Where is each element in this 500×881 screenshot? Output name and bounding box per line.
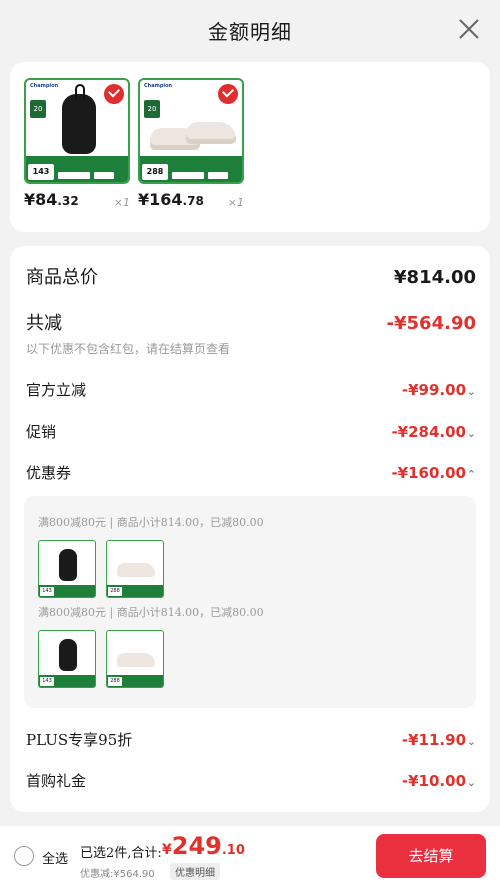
selected-check-icon[interactable]: [104, 84, 124, 104]
selected-check-icon[interactable]: [218, 84, 238, 104]
product-card: Champion 20 143 ¥84.32 ×1 Champion 20 28…: [10, 62, 490, 232]
checkout-button[interactable]: 去结算: [376, 834, 486, 878]
close-icon[interactable]: [458, 18, 480, 40]
discount-row-promotion[interactable]: 促销 -¥284.00⌄: [26, 418, 476, 446]
product-price: ¥164.78: [138, 190, 204, 209]
chevron-down-icon[interactable]: ⌄: [466, 728, 476, 756]
chevron-up-icon[interactable]: ⌃: [466, 461, 476, 489]
coupon-badge-icon: 20: [144, 100, 160, 118]
brand-logo: Champion: [30, 83, 59, 89]
goods-total-row: 商品总价 ¥814.00: [26, 264, 476, 292]
total-reduce-value: -¥564.90: [386, 313, 476, 334]
coupon-product-thumb: 143: [38, 630, 96, 688]
coupon-details: 满800减80元 | 商品小计814.00，已减80.00 143 288 满8…: [24, 496, 476, 708]
selected-count: 已选2件,合计:: [80, 846, 162, 861]
discount-row-coupon[interactable]: 优惠券 -¥160.00⌃: [26, 459, 476, 487]
select-all-radio[interactable]: [14, 846, 34, 866]
select-all-label[interactable]: 全选: [42, 848, 68, 867]
product-price: ¥84.32: [24, 190, 79, 209]
header: 金额明细: [0, 0, 500, 60]
promo-strip: 143: [26, 156, 128, 182]
chevron-down-icon[interactable]: ⌄: [466, 378, 476, 406]
total-price: ¥249.10: [162, 832, 245, 860]
total-reduce-row: 共减 -¥564.90: [26, 310, 476, 338]
coupon-product-thumb: 288: [106, 540, 164, 598]
coupon-rule: 满800减80元 | 商品小计814.00，已减80.00: [38, 606, 264, 619]
chevron-down-icon[interactable]: ⌄: [466, 420, 476, 448]
product-item-shoes[interactable]: Champion 20 288 ¥164.78 ×1: [138, 78, 246, 209]
coupon-product-thumb: 288: [106, 630, 164, 688]
goods-total-value: ¥814.00: [394, 267, 476, 288]
discount-row-first-purchase[interactable]: 首购礼金 -¥10.00⌄: [26, 767, 476, 795]
coupon-rule: 满800减80元 | 商品小计814.00，已减80.00: [38, 516, 264, 529]
brand-logo: Champion: [144, 83, 173, 89]
product-thumbnail[interactable]: Champion 20 288: [138, 78, 244, 184]
coupon-badge-icon: 20: [30, 100, 46, 118]
checkout-bar: 全选 已选2件,合计: ¥249.10 优惠减:¥564.90 优惠明细 去结算: [0, 826, 500, 881]
page-title: 金额明细: [208, 20, 292, 44]
discount-row-plus[interactable]: PLUS专享95折 -¥11.90⌄: [26, 726, 476, 754]
tag-price: 143: [28, 164, 54, 180]
promo-strip: 288: [140, 156, 242, 182]
product-item-bag[interactable]: Champion 20 143 ¥84.32 ×1: [24, 78, 132, 209]
product-quantity: ×1: [227, 196, 244, 209]
shoe-image: [186, 122, 236, 144]
bag-image: [62, 84, 96, 154]
discount-details-link[interactable]: 优惠明细: [170, 863, 220, 880]
coupon-product-thumb: 143: [38, 540, 96, 598]
price-details-card: 商品总价 ¥814.00 共减 -¥564.90 以下优惠不包含红包，请在结算页…: [10, 246, 490, 812]
chevron-down-icon[interactable]: ⌄: [466, 769, 476, 797]
discount-summary: 优惠减:¥564.90: [80, 869, 155, 880]
discount-note: 以下优惠不包含红包，请在结算页查看: [26, 342, 231, 356]
product-thumbnail[interactable]: Champion 20 143: [24, 78, 130, 184]
tag-price: 288: [142, 164, 168, 180]
discount-row-official[interactable]: 官方立减 -¥99.00⌄: [26, 376, 476, 404]
product-quantity: ×1: [113, 196, 130, 209]
